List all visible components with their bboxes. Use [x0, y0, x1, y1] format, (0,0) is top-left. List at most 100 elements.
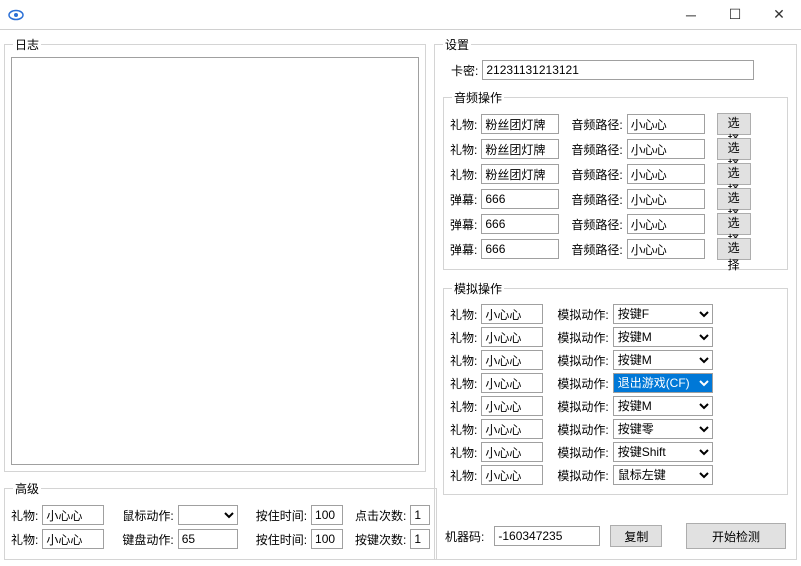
- audio-row-label-2: 音频路径:: [571, 116, 622, 133]
- sim-row-label-1: 礼物:: [450, 352, 477, 369]
- audio-select-button[interactable]: 选择: [717, 213, 751, 235]
- sim-action-select[interactable]: 退出游戏(CF): [613, 373, 713, 393]
- sim-row-label-1: 礼物:: [450, 375, 477, 392]
- audio-row-label-1: 礼物:: [450, 116, 477, 133]
- adv-hold-label-1: 按住时间:: [256, 507, 307, 524]
- adv-mouse-label: 鼠标动作:: [122, 507, 173, 524]
- audio-row-label-2: 音频路径:: [571, 141, 622, 158]
- title-bar: ─ ☐ ✕: [0, 0, 801, 30]
- sim-row-input[interactable]: [481, 350, 543, 370]
- sim-row-label-1: 礼物:: [450, 421, 477, 438]
- adv-hold-label-2: 按住时间:: [256, 531, 307, 548]
- sim-row-label-2: 模拟动作:: [557, 352, 608, 369]
- sim-row-input[interactable]: [481, 396, 543, 416]
- sim-row-input[interactable]: [481, 373, 543, 393]
- sim-row-label-2: 模拟动作:: [557, 329, 608, 346]
- sim-action-select[interactable]: 按键M: [613, 327, 713, 347]
- adv-gift-input-2[interactable]: [42, 529, 104, 549]
- sim-row: 礼物: 模拟动作: 按键M: [450, 396, 781, 416]
- sim-row: 礼物: 模拟动作: 鼠标左键: [450, 465, 781, 485]
- audio-row-input-1[interactable]: [481, 139, 559, 159]
- adv-hold-input-1[interactable]: [311, 505, 343, 525]
- audio-select-button[interactable]: 选择: [717, 138, 751, 160]
- audio-legend: 音频操作: [452, 89, 504, 106]
- adv-gift-input-1[interactable]: [42, 505, 104, 525]
- audio-row: 礼物: 音频路径: 选择: [450, 113, 781, 135]
- sim-row-input[interactable]: [481, 304, 543, 324]
- sim-row-input[interactable]: [481, 442, 543, 462]
- sim-row-input[interactable]: [481, 419, 543, 439]
- audio-row-label-1: 弹幕:: [450, 191, 477, 208]
- audio-row: 礼物: 音频路径: 选择: [450, 163, 781, 185]
- sim-row-input[interactable]: [481, 327, 543, 347]
- machine-label: 机器码:: [445, 528, 484, 545]
- adv-key-input[interactable]: [178, 529, 238, 549]
- sim-row: 礼物: 模拟动作: 按键M: [450, 350, 781, 370]
- audio-select-button[interactable]: 选择: [717, 163, 751, 185]
- audio-select-button[interactable]: 选择: [717, 113, 751, 135]
- copy-button[interactable]: 复制: [610, 525, 662, 547]
- minimize-button[interactable]: ─: [669, 0, 713, 30]
- audio-row: 弹幕:音频路径:选择: [450, 213, 781, 235]
- sim-action-select[interactable]: 按键零: [613, 419, 713, 439]
- start-button[interactable]: 开始检测: [686, 523, 786, 549]
- adv-hold-input-2[interactable]: [311, 529, 343, 549]
- sim-row: 礼物:模拟动作:按键F: [450, 304, 781, 324]
- audio-row-input-2[interactable]: [627, 214, 705, 234]
- audio-row-label-1: 礼物:: [450, 141, 477, 158]
- audio-row-input-2[interactable]: [627, 164, 705, 184]
- sim-row-label-1: 礼物:: [450, 467, 477, 484]
- audio-row: 弹幕: 音频路径: 选择: [450, 188, 781, 210]
- adv-mouse-select[interactable]: [178, 505, 238, 525]
- adv-gift-label-2: 礼物:: [11, 531, 38, 548]
- audio-row-input-1[interactable]: [481, 164, 559, 184]
- sim-row: 礼物: 模拟动作: 退出游戏(CF): [450, 373, 781, 393]
- sim-row-input[interactable]: [481, 465, 543, 485]
- advanced-legend: 高级: [13, 480, 41, 497]
- audio-row-input-1[interactable]: [481, 239, 559, 259]
- log-textarea[interactable]: [11, 57, 419, 465]
- sim-action-select[interactable]: 鼠标左键: [613, 465, 713, 485]
- sim-row-label-2: 模拟动作:: [557, 421, 608, 438]
- audio-row-label-1: 礼物:: [450, 166, 477, 183]
- sim-row: 礼物: 模拟动作: 按键零: [450, 419, 781, 439]
- log-group: 日志: [4, 36, 426, 472]
- sim-group: 模拟操作 礼物:模拟动作:按键F礼物:模拟动作:按键M礼物:模拟动作:按键M礼物…: [443, 280, 788, 495]
- audio-row-label-2: 音频路径:: [571, 166, 622, 183]
- sim-row-label-1: 礼物:: [450, 444, 477, 461]
- sim-action-select[interactable]: 按键F: [613, 304, 713, 324]
- audio-row-input-2[interactable]: [627, 239, 705, 259]
- sim-row-label-2: 模拟动作:: [557, 398, 608, 415]
- advanced-group: 高级 礼物: 鼠标动作: 按住时间: 点击次数: 礼物: 键盘动作:: [4, 480, 437, 560]
- card-input[interactable]: [482, 60, 754, 80]
- sim-row-label-2: 模拟动作:: [557, 444, 608, 461]
- sim-row-label-2: 模拟动作:: [557, 375, 608, 392]
- log-legend: 日志: [13, 36, 41, 53]
- close-button[interactable]: ✕: [757, 0, 801, 30]
- sim-row-label-1: 礼物:: [450, 398, 477, 415]
- maximize-button[interactable]: ☐: [713, 0, 757, 30]
- audio-row-input-1[interactable]: [481, 189, 559, 209]
- audio-row-input-2[interactable]: [627, 139, 705, 159]
- adv-key-label: 键盘动作:: [122, 531, 173, 548]
- audio-row-input-1[interactable]: [481, 114, 559, 134]
- settings-legend: 设置: [443, 36, 471, 53]
- sim-action-select[interactable]: 按键M: [613, 396, 713, 416]
- audio-row-input-2[interactable]: [627, 114, 705, 134]
- audio-row-input-2[interactable]: [627, 189, 705, 209]
- audio-select-button[interactable]: 选择: [717, 238, 751, 260]
- sim-row-label-2: 模拟动作:: [557, 467, 608, 484]
- settings-group: 设置 卡密: 音频操作 礼物:音频路径:选择礼物:音频路径:选择礼物:音频路径:…: [434, 36, 797, 560]
- audio-row: 弹幕:音频路径:选择: [450, 238, 781, 260]
- sim-row-label-1: 礼物:: [450, 329, 477, 346]
- sim-action-select[interactable]: 按键M: [613, 350, 713, 370]
- sim-action-select[interactable]: 按键Shift: [613, 442, 713, 462]
- audio-select-button[interactable]: 选择: [717, 188, 751, 210]
- adv-clicks-input[interactable]: [410, 505, 430, 525]
- sim-row-label-2: 模拟动作:: [557, 306, 608, 323]
- audio-row-input-1[interactable]: [481, 214, 559, 234]
- adv-press-input[interactable]: [410, 529, 430, 549]
- sim-row: 礼物: 模拟动作: 按键Shift: [450, 442, 781, 462]
- audio-row-label-2: 音频路径:: [571, 191, 622, 208]
- machine-input[interactable]: [494, 526, 600, 546]
